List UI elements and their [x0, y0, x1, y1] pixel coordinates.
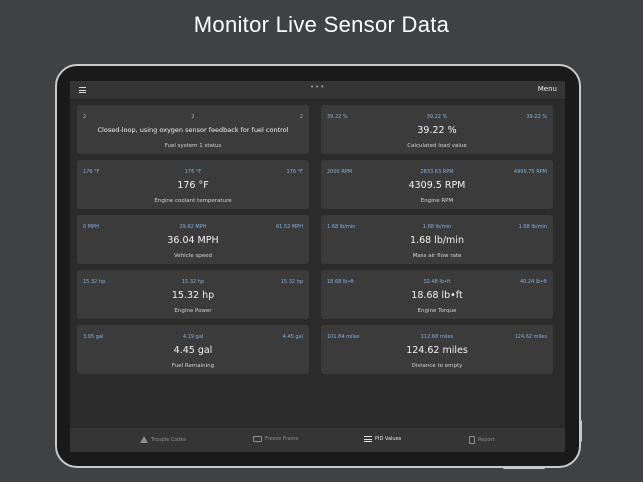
pid-card-vehicle-speed[interactable]: 0 MPH 29.62 MPH 61.52 MPH 36.04 MPH Vehi…	[77, 215, 309, 264]
stat-current: 39.22 %	[426, 114, 448, 120]
pid-value: Closed-loop, using oxygen sensor feedbac…	[97, 126, 289, 134]
pid-label: Calculated load value	[407, 143, 467, 149]
stat-max: 1.68 lb/min	[518, 224, 547, 230]
stat-current: 15.32 hp	[181, 279, 205, 285]
pid-value: 124.62 miles	[406, 345, 468, 356]
tab-label: Report	[478, 437, 495, 443]
tab-label: Freeze Frame	[265, 436, 299, 442]
menu-button[interactable]: Menu	[538, 85, 557, 93]
clipboard-icon	[469, 436, 475, 444]
tab-label: PID Values	[375, 436, 402, 442]
stat-max: 176 °F	[286, 169, 303, 175]
stat-current: 176 °F	[184, 169, 202, 175]
app-screen: ••• Menu 2 2 2 Closed-loop, using oxygen…	[70, 81, 565, 452]
bottom-button	[503, 466, 545, 469]
stat-current: 2	[191, 114, 195, 120]
pid-card-engine-torque[interactable]: 18.68 lb•ft 32.48 lb•ft 40.24 lb•ft 18.6…	[321, 270, 553, 319]
pid-value: 1.68 lb/min	[410, 235, 464, 246]
pid-value: 39.22 %	[417, 125, 457, 136]
hamburger-menu-icon[interactable]	[79, 87, 86, 93]
stat-max: 124.62 miles	[514, 334, 547, 340]
pid-card-distance-to-empty[interactable]: 101.84 miles 112.68 miles 124.62 miles 1…	[321, 325, 553, 374]
camera-icon	[253, 436, 262, 442]
stat-max: 2	[299, 114, 303, 120]
pid-label: Engine RPM	[420, 198, 454, 204]
pid-label: Engine Torque	[417, 308, 457, 314]
stat-current: 4.19 gal	[182, 334, 204, 340]
pid-label: Engine Power	[174, 308, 212, 314]
warning-icon	[140, 436, 148, 443]
pid-card-fuel-system-status[interactable]: 2 2 2 Closed-loop, using oxygen sensor f…	[77, 105, 309, 154]
pid-value: 36.04 MPH	[167, 235, 219, 246]
tab-freeze-frame[interactable]: Freeze Frame	[253, 436, 298, 442]
pid-label: Fuel Remaining	[171, 363, 215, 369]
top-bar: ••• Menu	[70, 81, 565, 100]
pid-value: 176 °F	[177, 180, 209, 191]
stat-max: 15.32 hp	[280, 279, 303, 285]
tab-trouble-codes[interactable]: Trouble Codes	[140, 436, 186, 443]
multitask-grabber[interactable]: •••	[310, 83, 325, 91]
stat-max: 4.45 gal	[282, 334, 303, 340]
stat-max: 61.52 MPH	[276, 224, 303, 230]
tab-report[interactable]: Report	[469, 436, 495, 444]
pid-label: Vehicle speed	[173, 253, 213, 259]
bottom-tab-bar: Trouble Codes Freeze Frame PID Values Re…	[70, 427, 565, 452]
list-icon	[364, 436, 372, 442]
stat-max: 4999.75 RPM	[513, 169, 547, 175]
pid-value: 4309.5 RPM	[408, 180, 466, 191]
stat-current: 29.62 MPH	[179, 224, 207, 230]
pid-card-mass-air-flow[interactable]: 1.68 lb/min 1.68 lb/min 1.68 lb/min 1.68…	[321, 215, 553, 264]
pid-label: Fuel system 1 status	[164, 143, 222, 149]
pid-value: 18.68 lb•ft	[411, 290, 463, 301]
pid-card-coolant-temperature[interactable]: 176 °F 176 °F 176 °F 176 °F Engine coola…	[77, 160, 309, 209]
pid-card-fuel-remaining[interactable]: 3.95 gal 4.19 gal 4.45 gal 4.45 gal Fuel…	[77, 325, 309, 374]
pid-value: 15.32 hp	[171, 290, 215, 301]
pid-card-calculated-load[interactable]: 39.22 % 39.22 % 39.22 % 39.22 % Calculat…	[321, 105, 553, 154]
pid-label: Distance to empty	[411, 363, 463, 369]
promo-headline: Monitor Live Sensor Data	[193, 12, 450, 37]
tab-label: Trouble Codes	[151, 436, 187, 443]
pid-card-engine-rpm[interactable]: 2000 RPM 2833.63 RPM 4999.75 RPM 4309.5 …	[321, 160, 553, 209]
pid-label: Engine coolant temperature	[154, 198, 232, 204]
stat-current: 32.48 lb•ft	[423, 279, 451, 285]
pid-value: 4.45 gal	[173, 345, 213, 356]
tab-pid-values[interactable]: PID Values	[364, 436, 401, 442]
pid-label: Mass air flow rate	[412, 253, 462, 259]
stat-max: 40.24 lb•ft	[519, 279, 547, 285]
side-button	[579, 420, 582, 442]
stat-max: 39.22 %	[526, 114, 547, 120]
pid-card-engine-power[interactable]: 15.32 hp 15.32 hp 15.32 hp 15.32 hp Engi…	[77, 270, 309, 319]
